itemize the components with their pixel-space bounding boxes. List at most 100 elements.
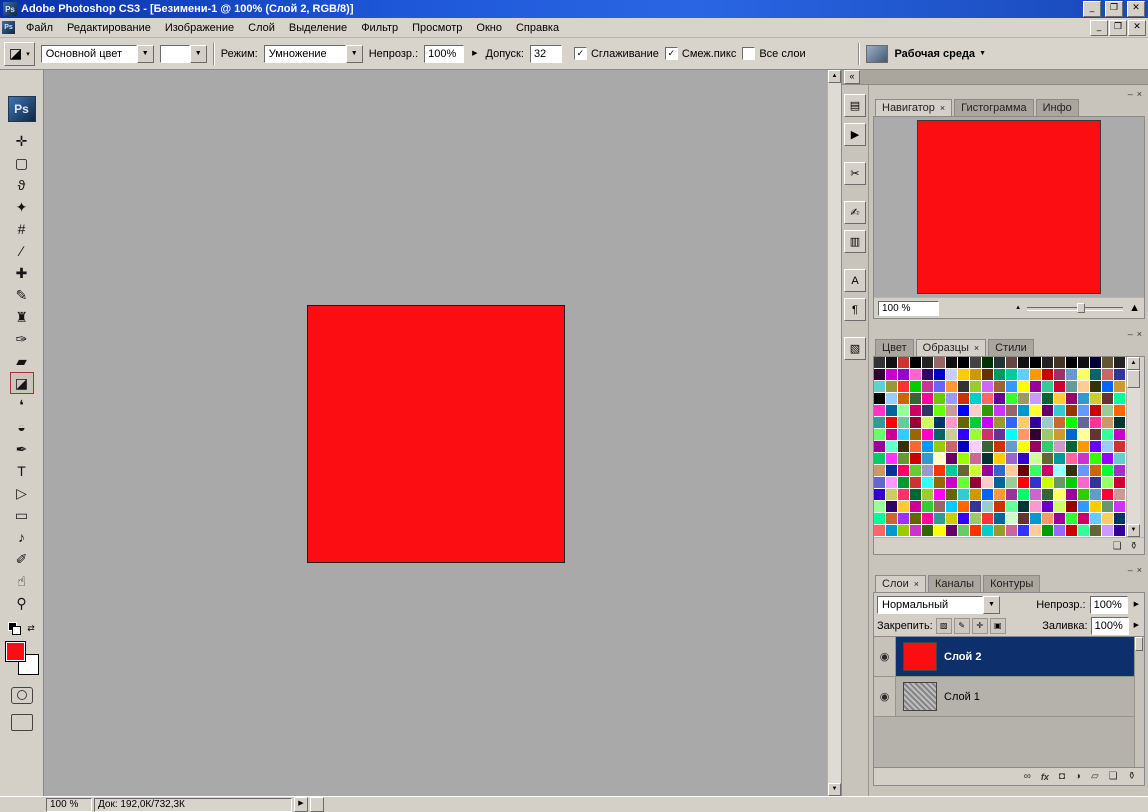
- swatch[interactable]: [994, 477, 1005, 488]
- checkbox-box-all-layers[interactable]: [742, 47, 755, 60]
- swatch[interactable]: [1042, 465, 1053, 476]
- swatch[interactable]: [1090, 441, 1101, 452]
- swatch[interactable]: [934, 417, 945, 428]
- swatch[interactable]: [1078, 513, 1089, 524]
- swatch[interactable]: [898, 525, 909, 536]
- swatch[interactable]: [910, 393, 921, 404]
- swatch[interactable]: [1006, 369, 1017, 380]
- workspace-button[interactable]: Рабочая среда ▼: [894, 48, 986, 60]
- blend-mode-select[interactable]: Умножение ▼: [264, 45, 363, 63]
- swatch[interactable]: [982, 477, 993, 488]
- swatch[interactable]: [946, 501, 957, 512]
- tab-paths[interactable]: Контуры: [983, 575, 1040, 592]
- swatch[interactable]: [1054, 513, 1065, 524]
- swatch[interactable]: [874, 489, 885, 500]
- opacity-input[interactable]: 100%: [424, 45, 464, 63]
- swatch[interactable]: [970, 489, 981, 500]
- swatch[interactable]: [910, 513, 921, 524]
- swatch[interactable]: [1054, 429, 1065, 440]
- swatch[interactable]: [1042, 513, 1053, 524]
- doc-restore-button[interactable]: ❐: [1109, 20, 1127, 36]
- swatch[interactable]: [886, 501, 897, 512]
- swatch[interactable]: [970, 453, 981, 464]
- swatch[interactable]: [922, 501, 933, 512]
- swatch[interactable]: [934, 477, 945, 488]
- layer-row[interactable]: ◉ Слой 1: [874, 677, 1144, 717]
- swatch[interactable]: [1018, 477, 1029, 488]
- swatch[interactable]: [1018, 441, 1029, 452]
- notes-panel-icon[interactable]: ▤: [844, 94, 866, 117]
- swatch[interactable]: [994, 381, 1005, 392]
- swatch[interactable]: [1042, 369, 1053, 380]
- swatch[interactable]: [898, 453, 909, 464]
- swatch[interactable]: [1066, 465, 1077, 476]
- swatch[interactable]: [1030, 501, 1041, 512]
- layer-blend-mode-select[interactable]: Нормальный ▼: [877, 596, 1000, 614]
- layer-mask-icon[interactable]: ◘: [1059, 771, 1065, 782]
- swatch[interactable]: [946, 489, 957, 500]
- swatch[interactable]: [1054, 369, 1065, 380]
- brush-tool[interactable]: ✎: [10, 284, 34, 306]
- tab-close-icon[interactable]: ×: [940, 103, 945, 113]
- swatch[interactable]: [874, 441, 885, 452]
- pattern-picker[interactable]: ▼: [160, 45, 207, 63]
- swatch[interactable]: [1102, 477, 1113, 488]
- swatch[interactable]: [1102, 465, 1113, 476]
- swatch[interactable]: [1006, 453, 1017, 464]
- swatch[interactable]: [910, 369, 921, 380]
- swatch[interactable]: [994, 393, 1005, 404]
- swatch[interactable]: [1114, 369, 1125, 380]
- tolerance-input[interactable]: 32: [530, 45, 562, 63]
- swatch[interactable]: [1066, 441, 1077, 452]
- swatch[interactable]: [1006, 501, 1017, 512]
- swatch[interactable]: [1114, 429, 1125, 440]
- app-icon[interactable]: Ps: [3, 2, 17, 16]
- swatch[interactable]: [1018, 393, 1029, 404]
- swatch[interactable]: [994, 465, 1005, 476]
- swatch[interactable]: [898, 465, 909, 476]
- tool-preset-picker[interactable]: ◪ ▾: [4, 42, 35, 66]
- swatch[interactable]: [1078, 453, 1089, 464]
- new-layer-icon[interactable]: ❏: [1109, 771, 1118, 782]
- swatch[interactable]: [1054, 441, 1065, 452]
- swatch[interactable]: [970, 513, 981, 524]
- swatch[interactable]: [946, 429, 957, 440]
- swatch[interactable]: [958, 525, 969, 536]
- swatch[interactable]: [1042, 417, 1053, 428]
- swatch[interactable]: [1018, 501, 1029, 512]
- tab-info[interactable]: Инфо: [1036, 99, 1079, 116]
- swatch[interactable]: [874, 429, 885, 440]
- swatch[interactable]: [1054, 417, 1065, 428]
- swatch[interactable]: [946, 453, 957, 464]
- doc-close-button[interactable]: ✕: [1128, 20, 1146, 36]
- layers-scrollbar[interactable]: [1134, 637, 1144, 767]
- swatch[interactable]: [1006, 441, 1017, 452]
- swatch[interactable]: [922, 357, 933, 368]
- swatch[interactable]: [874, 453, 885, 464]
- swatch[interactable]: [958, 369, 969, 380]
- scissors-panel-icon[interactable]: ✂: [844, 162, 866, 185]
- swatch[interactable]: [946, 357, 957, 368]
- swatch[interactable]: [1090, 489, 1101, 500]
- swatch[interactable]: [1042, 453, 1053, 464]
- swatch[interactable]: [1066, 369, 1077, 380]
- workspace-canvas[interactable]: [44, 70, 828, 796]
- chevron-down-icon[interactable]: ▼: [346, 45, 363, 63]
- swatch[interactable]: [958, 441, 969, 452]
- swatch[interactable]: [910, 501, 921, 512]
- opacity-slider-arrow-icon[interactable]: ▶: [470, 45, 479, 63]
- tab-close-icon[interactable]: ×: [914, 579, 919, 589]
- doc-minimize-button[interactable]: _: [1090, 20, 1108, 36]
- swatch[interactable]: [1006, 405, 1017, 416]
- swatch[interactable]: [874, 513, 885, 524]
- layers-opacity-input[interactable]: 100%: [1090, 596, 1128, 614]
- checkbox-all-layers[interactable]: Все слои: [742, 47, 805, 60]
- swatch[interactable]: [922, 465, 933, 476]
- chevron-down-icon[interactable]: ▼: [137, 45, 154, 63]
- swatch[interactable]: [1066, 501, 1077, 512]
- swatch[interactable]: [922, 429, 933, 440]
- tab-channels[interactable]: Каналы: [928, 575, 981, 592]
- menu-image[interactable]: Изображение: [158, 20, 241, 36]
- swatch[interactable]: [1090, 513, 1101, 524]
- swatch[interactable]: [1078, 405, 1089, 416]
